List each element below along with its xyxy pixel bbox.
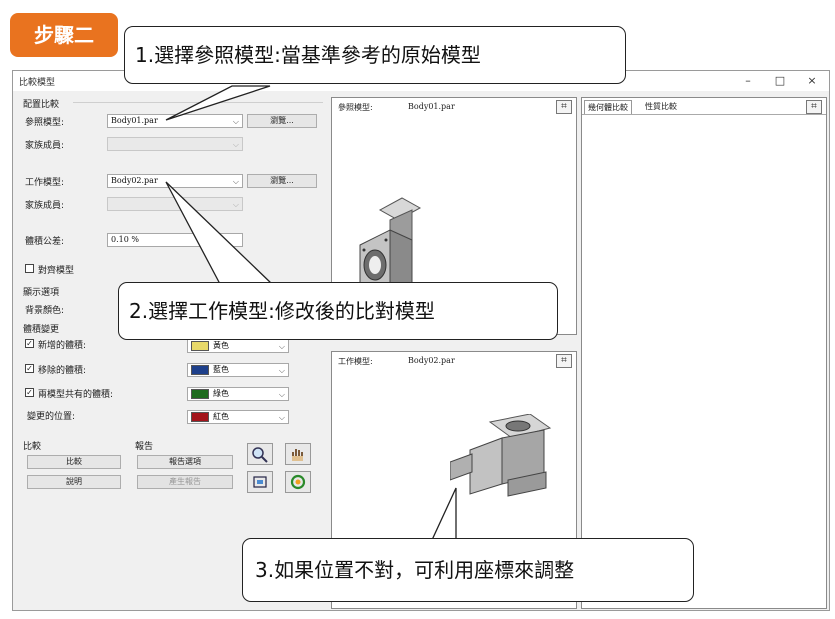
step-badge: 步驟二 <box>10 13 118 57</box>
callout-3: 3.如果位置不對，可利用座標來調整 <box>242 538 694 602</box>
callout-2: 2.選擇工作模型:修改後的比對模型 <box>118 282 558 340</box>
callout-1: 1.選擇參照模型:當基準參考的原始模型 <box>124 26 626 84</box>
